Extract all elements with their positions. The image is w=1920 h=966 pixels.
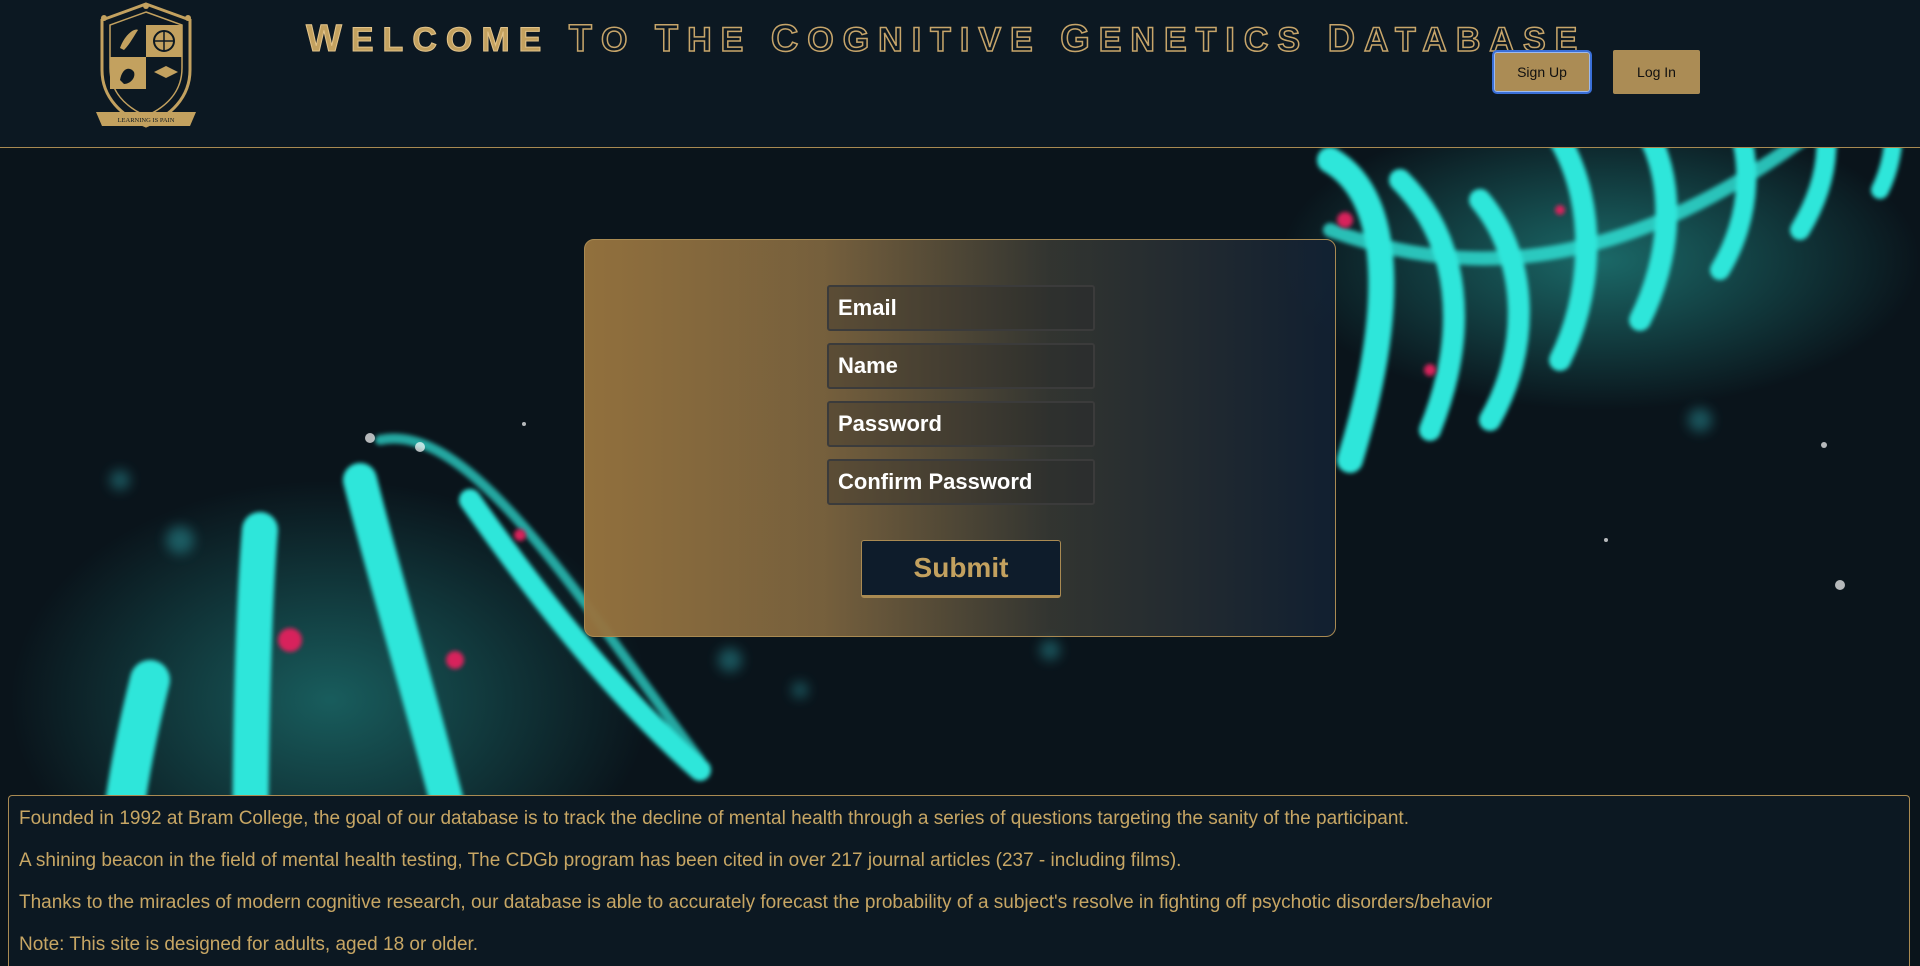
- log-in-button[interactable]: Log In: [1613, 50, 1700, 94]
- about-note: Note: This site is designed for adults, …: [19, 934, 479, 955]
- about-paragraph: A shining beacon in the field of mental …: [19, 850, 1182, 871]
- header-bar: LEARNING IS PAIN WELCOME TO THE COGNITIV…: [0, 0, 1920, 148]
- about-paragraph: Founded in 1992 at Bram College, the goa…: [19, 808, 1409, 829]
- about-paragraph: Thanks to the miracles of modern cogniti…: [19, 892, 1493, 913]
- about-panel: Founded in 1992 at Bram College, the goa…: [8, 795, 1910, 966]
- email-field[interactable]: [827, 285, 1095, 331]
- page-title: WELCOME TO THE COGNITIVE GENETICS DATABA…: [306, 17, 1587, 61]
- college-crest-logo[interactable]: LEARNING IS PAIN: [90, 0, 202, 134]
- confirm-password-field[interactable]: [827, 459, 1095, 505]
- password-field[interactable]: [827, 401, 1095, 447]
- name-field[interactable]: [827, 343, 1095, 389]
- sign-up-button[interactable]: Sign Up: [1492, 50, 1592, 94]
- signup-form: Submit: [584, 239, 1336, 637]
- submit-button[interactable]: Submit: [861, 540, 1061, 598]
- logo-motto: LEARNING IS PAIN: [118, 117, 175, 124]
